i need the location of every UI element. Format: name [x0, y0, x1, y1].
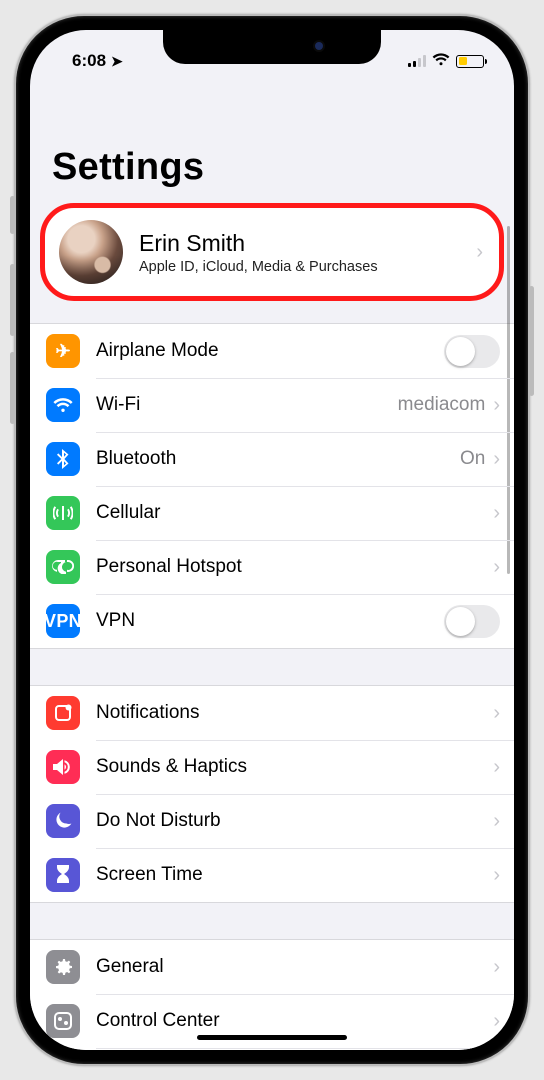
- row-label: Cellular: [96, 502, 493, 524]
- status-left: 6:08 ➤: [58, 51, 123, 71]
- row-do-not-disturb[interactable]: Do Not Disturb ›: [30, 794, 514, 848]
- power-button: [529, 286, 534, 396]
- vpn-icon: VPN: [46, 604, 80, 638]
- chevron-right-icon: ›: [476, 241, 483, 264]
- gear-icon: [46, 950, 80, 984]
- row-vpn[interactable]: VPN VPN: [30, 594, 514, 648]
- row-label: Screen Time: [96, 864, 493, 886]
- row-label: Bluetooth: [96, 448, 460, 470]
- row-cellular[interactable]: Cellular ›: [30, 486, 514, 540]
- chevron-right-icon: ›: [493, 756, 500, 779]
- notch: [163, 30, 381, 64]
- profile-text: Erin Smith Apple ID, iCloud, Media & Pur…: [139, 230, 378, 275]
- group-alerts: Notifications › Sounds & Haptics › Do No…: [30, 685, 514, 903]
- row-value: On: [460, 448, 485, 470]
- row-bluetooth[interactable]: Bluetooth On ›: [30, 432, 514, 486]
- sounds-icon: [46, 750, 80, 784]
- row-label: Control Center: [96, 1010, 493, 1032]
- status-right: [408, 52, 486, 70]
- row-label: Wi-Fi: [96, 394, 398, 416]
- chevron-right-icon: ›: [493, 702, 500, 725]
- bluetooth-icon: [46, 442, 80, 476]
- row-personal-hotspot[interactable]: Personal Hotspot ›: [30, 540, 514, 594]
- avatar: [59, 220, 123, 284]
- chevron-right-icon: ›: [493, 864, 500, 887]
- home-indicator[interactable]: [197, 1035, 347, 1040]
- cellular-icon: [46, 496, 80, 530]
- chevron-right-icon: ›: [493, 1010, 500, 1033]
- apple-id-row[interactable]: Erin Smith Apple ID, iCloud, Media & Pur…: [45, 208, 499, 296]
- chevron-right-icon: ›: [493, 448, 500, 471]
- chevron-right-icon: ›: [493, 556, 500, 579]
- row-label: Airplane Mode: [96, 340, 444, 362]
- phone-frame: 6:08 ➤ Settings Erin: [14, 14, 530, 1066]
- moon-icon: [46, 804, 80, 838]
- row-sounds[interactable]: Sounds & Haptics ›: [30, 740, 514, 794]
- row-label: Notifications: [96, 702, 493, 724]
- screen: 6:08 ➤ Settings Erin: [30, 30, 514, 1050]
- row-display-brightness[interactable]: AA Display & Brightness ›: [30, 1048, 514, 1050]
- silence-switch: [10, 196, 15, 234]
- status-time: 6:08: [72, 51, 106, 71]
- hourglass-icon: [46, 858, 80, 892]
- sliders-icon: [46, 1004, 80, 1038]
- volume-down-button: [10, 352, 15, 424]
- row-wifi[interactable]: Wi-Fi mediacom ›: [30, 378, 514, 432]
- airplane-toggle[interactable]: [444, 335, 500, 368]
- row-screen-time[interactable]: Screen Time ›: [30, 848, 514, 902]
- group-connectivity: ✈ Airplane Mode Wi-Fi mediacom ›: [30, 323, 514, 649]
- row-notifications[interactable]: Notifications ›: [30, 686, 514, 740]
- notifications-icon: [46, 696, 80, 730]
- row-label: Sounds & Haptics: [96, 756, 493, 778]
- profile-name: Erin Smith: [139, 230, 378, 257]
- vpn-toggle[interactable]: [444, 605, 500, 638]
- location-services-icon: ➤: [111, 53, 123, 70]
- airplane-icon: ✈: [46, 334, 80, 368]
- row-label: VPN: [96, 610, 444, 632]
- content: Settings Erin Smith Apple ID, iCloud, Me…: [30, 82, 514, 1050]
- page-title: Settings: [30, 82, 514, 201]
- chevron-right-icon: ›: [493, 394, 500, 417]
- row-value: mediacom: [398, 394, 486, 416]
- row-label: Do Not Disturb: [96, 810, 493, 832]
- profile-cell-highlight: Erin Smith Apple ID, iCloud, Media & Pur…: [40, 203, 504, 301]
- row-airplane-mode[interactable]: ✈ Airplane Mode: [30, 324, 514, 378]
- hotspot-icon: [46, 550, 80, 584]
- cellular-signal-icon: [408, 55, 426, 67]
- volume-up-button: [10, 264, 15, 336]
- chevron-right-icon: ›: [493, 810, 500, 833]
- row-general[interactable]: General ›: [30, 940, 514, 994]
- wifi-icon: [46, 388, 80, 422]
- row-label: Personal Hotspot: [96, 556, 493, 578]
- chevron-right-icon: ›: [493, 956, 500, 979]
- profile-subtitle: Apple ID, iCloud, Media & Purchases: [139, 259, 378, 275]
- group-general: General › Control Center › AA Display & …: [30, 939, 514, 1050]
- wifi-icon: [432, 52, 450, 70]
- chevron-right-icon: ›: [493, 502, 500, 525]
- vpn-icon-text: VPN: [44, 611, 82, 632]
- battery-icon: [456, 55, 484, 68]
- row-label: General: [96, 956, 493, 978]
